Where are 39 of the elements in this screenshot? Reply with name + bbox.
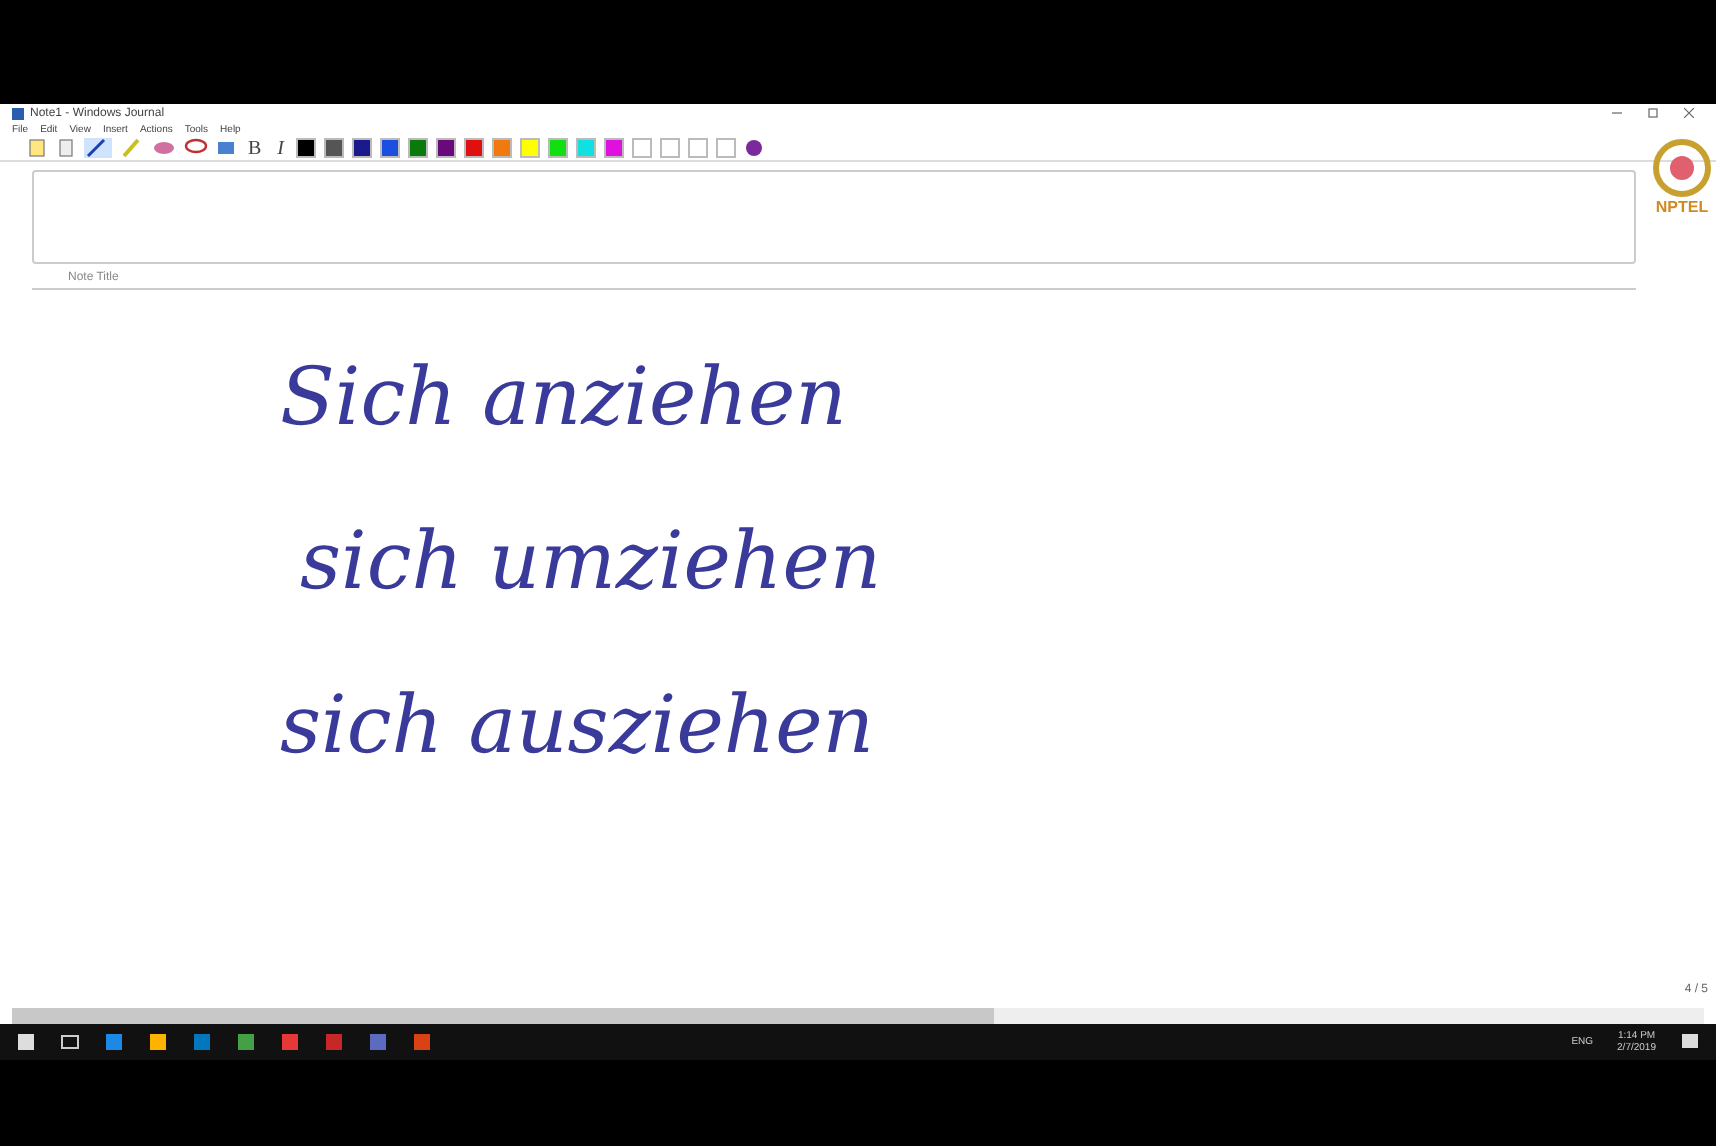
emblem-icon bbox=[1652, 138, 1712, 198]
taskbar-app-icon[interactable] bbox=[104, 1032, 124, 1052]
horizontal-scrollbar[interactable] bbox=[12, 1008, 1704, 1024]
handwritten-line: sich ausziehen bbox=[280, 682, 875, 770]
color-swatch[interactable] bbox=[296, 138, 317, 158]
document-icon[interactable] bbox=[56, 138, 76, 158]
color-swatch[interactable] bbox=[632, 138, 653, 158]
color-swatch[interactable] bbox=[324, 138, 345, 158]
pen-icon[interactable] bbox=[84, 138, 112, 158]
handwritten-line: sich umziehen bbox=[300, 518, 882, 606]
color-swatch[interactable] bbox=[408, 138, 429, 158]
start-icon[interactable] bbox=[16, 1032, 36, 1052]
minimize-icon[interactable] bbox=[1612, 108, 1622, 118]
new-page-icon[interactable] bbox=[28, 138, 48, 158]
app-icon bbox=[12, 107, 24, 119]
color-swatch[interactable] bbox=[660, 138, 681, 158]
taskbar-app-icon[interactable] bbox=[236, 1032, 256, 1052]
taskbar-app-icon[interactable] bbox=[148, 1032, 168, 1052]
color-swatch[interactable] bbox=[380, 138, 401, 158]
color-swatch[interactable] bbox=[576, 138, 597, 158]
color-swatch[interactable] bbox=[604, 138, 625, 158]
note-title-field[interactable] bbox=[32, 170, 1636, 264]
logo-text: NPTEL bbox=[1655, 198, 1709, 216]
taskbar-app-icon[interactable] bbox=[280, 1032, 300, 1052]
color-swatch[interactable] bbox=[436, 138, 457, 158]
italic-button[interactable]: I bbox=[273, 137, 289, 159]
bold-button[interactable]: B bbox=[244, 137, 266, 159]
color-swatch[interactable] bbox=[548, 138, 569, 158]
color-swatch[interactable] bbox=[464, 138, 485, 158]
notification-icon[interactable] bbox=[1680, 1032, 1700, 1052]
task-view-icon[interactable] bbox=[60, 1032, 80, 1052]
handwritten-line: Sich anziehen bbox=[280, 354, 847, 442]
color-swatch[interactable] bbox=[492, 138, 513, 158]
color-swatch[interactable] bbox=[352, 138, 373, 158]
close-icon[interactable] bbox=[1684, 108, 1694, 118]
color-swatch[interactable] bbox=[716, 138, 737, 158]
color-swatch[interactable] bbox=[520, 138, 541, 158]
color-swatch[interactable] bbox=[688, 138, 709, 158]
maximize-icon[interactable] bbox=[1648, 108, 1658, 118]
